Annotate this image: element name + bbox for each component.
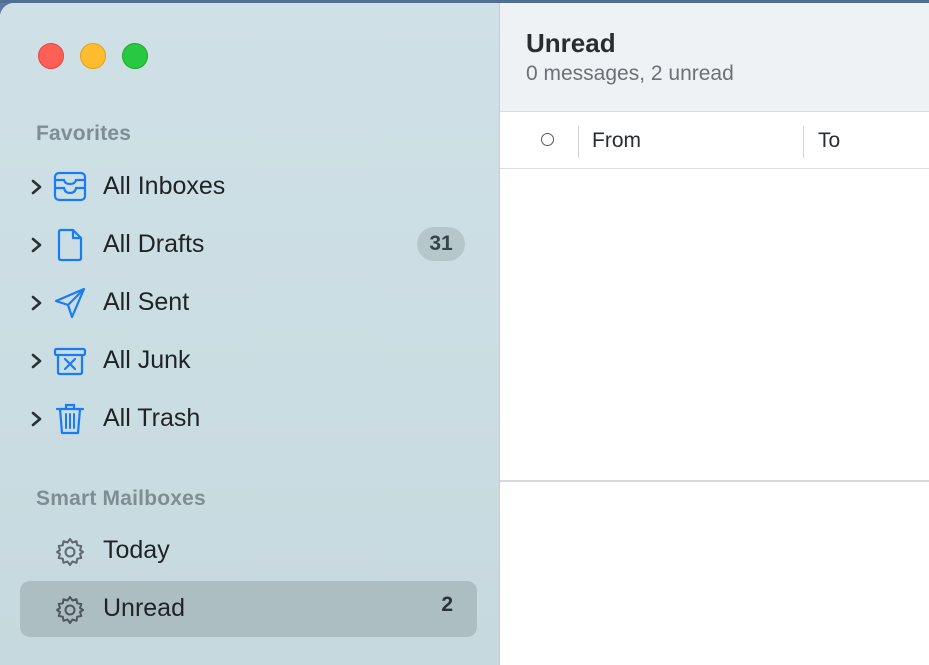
sidebar-item-label: Unread	[103, 594, 185, 622]
favorites-section-title: Favorites	[36, 122, 132, 145]
sidebar-item-all-drafts[interactable]: All Drafts 31	[20, 217, 477, 273]
chevron-right-icon[interactable]	[28, 350, 46, 372]
chevron-right-icon[interactable]	[28, 292, 46, 314]
column-divider[interactable]	[803, 126, 804, 158]
sidebar-item-label: All Inboxes	[103, 172, 226, 200]
sidebar: Favorites All Inboxes All Drafts 31 All …	[0, 3, 500, 665]
sidebar-item-all-trash[interactable]: All Trash	[20, 391, 477, 447]
smart-mailboxes-section-title: Smart Mailboxes	[36, 487, 206, 510]
gear-icon	[56, 596, 84, 624]
sidebar-item-label: All Trash	[103, 404, 201, 432]
drafts-count-badge: 31	[417, 227, 465, 261]
sidebar-item-unread[interactable]: Unread 2	[20, 581, 477, 637]
read-status-column-icon[interactable]	[541, 133, 554, 146]
chevron-right-icon[interactable]	[28, 408, 46, 430]
chevron-right-icon[interactable]	[28, 176, 46, 198]
message-list-pane: Unread 0 messages, 2 unread From To	[500, 3, 929, 665]
paper-plane-icon	[54, 287, 86, 319]
sidebar-item-today[interactable]: Today	[20, 523, 477, 579]
column-divider[interactable]	[578, 126, 579, 158]
sidebar-item-all-junk[interactable]: All Junk	[20, 333, 477, 389]
message-list-header: Unread 0 messages, 2 unread	[500, 3, 929, 112]
sidebar-item-label: Today	[103, 536, 170, 564]
column-header-row: From To	[500, 112, 929, 169]
gear-icon	[56, 538, 84, 566]
mail-window: Favorites All Inboxes All Drafts 31 All …	[0, 3, 929, 665]
zoom-button[interactable]	[122, 43, 148, 69]
sidebar-item-label: All Drafts	[103, 230, 205, 258]
junk-icon	[53, 347, 87, 376]
sidebar-item-label: All Sent	[103, 288, 190, 316]
column-header-from[interactable]: From	[592, 129, 641, 153]
trash-icon	[55, 403, 85, 435]
tray-icon	[53, 171, 87, 202]
document-icon	[57, 228, 83, 262]
sidebar-item-label: All Junk	[103, 346, 191, 374]
mailbox-title: Unread	[526, 28, 616, 58]
mailbox-subtitle: 0 messages, 2 unread	[526, 62, 734, 85]
column-header-to[interactable]: To	[818, 129, 840, 153]
sidebar-item-all-sent[interactable]: All Sent	[20, 275, 477, 331]
chevron-right-icon[interactable]	[28, 234, 46, 256]
sidebar-item-all-inboxes[interactable]: All Inboxes	[20, 159, 477, 215]
message-list-empty-area[interactable]	[500, 169, 929, 482]
unread-count-badge: 2	[441, 593, 453, 616]
close-button[interactable]	[38, 43, 64, 69]
minimize-button[interactable]	[80, 43, 106, 69]
